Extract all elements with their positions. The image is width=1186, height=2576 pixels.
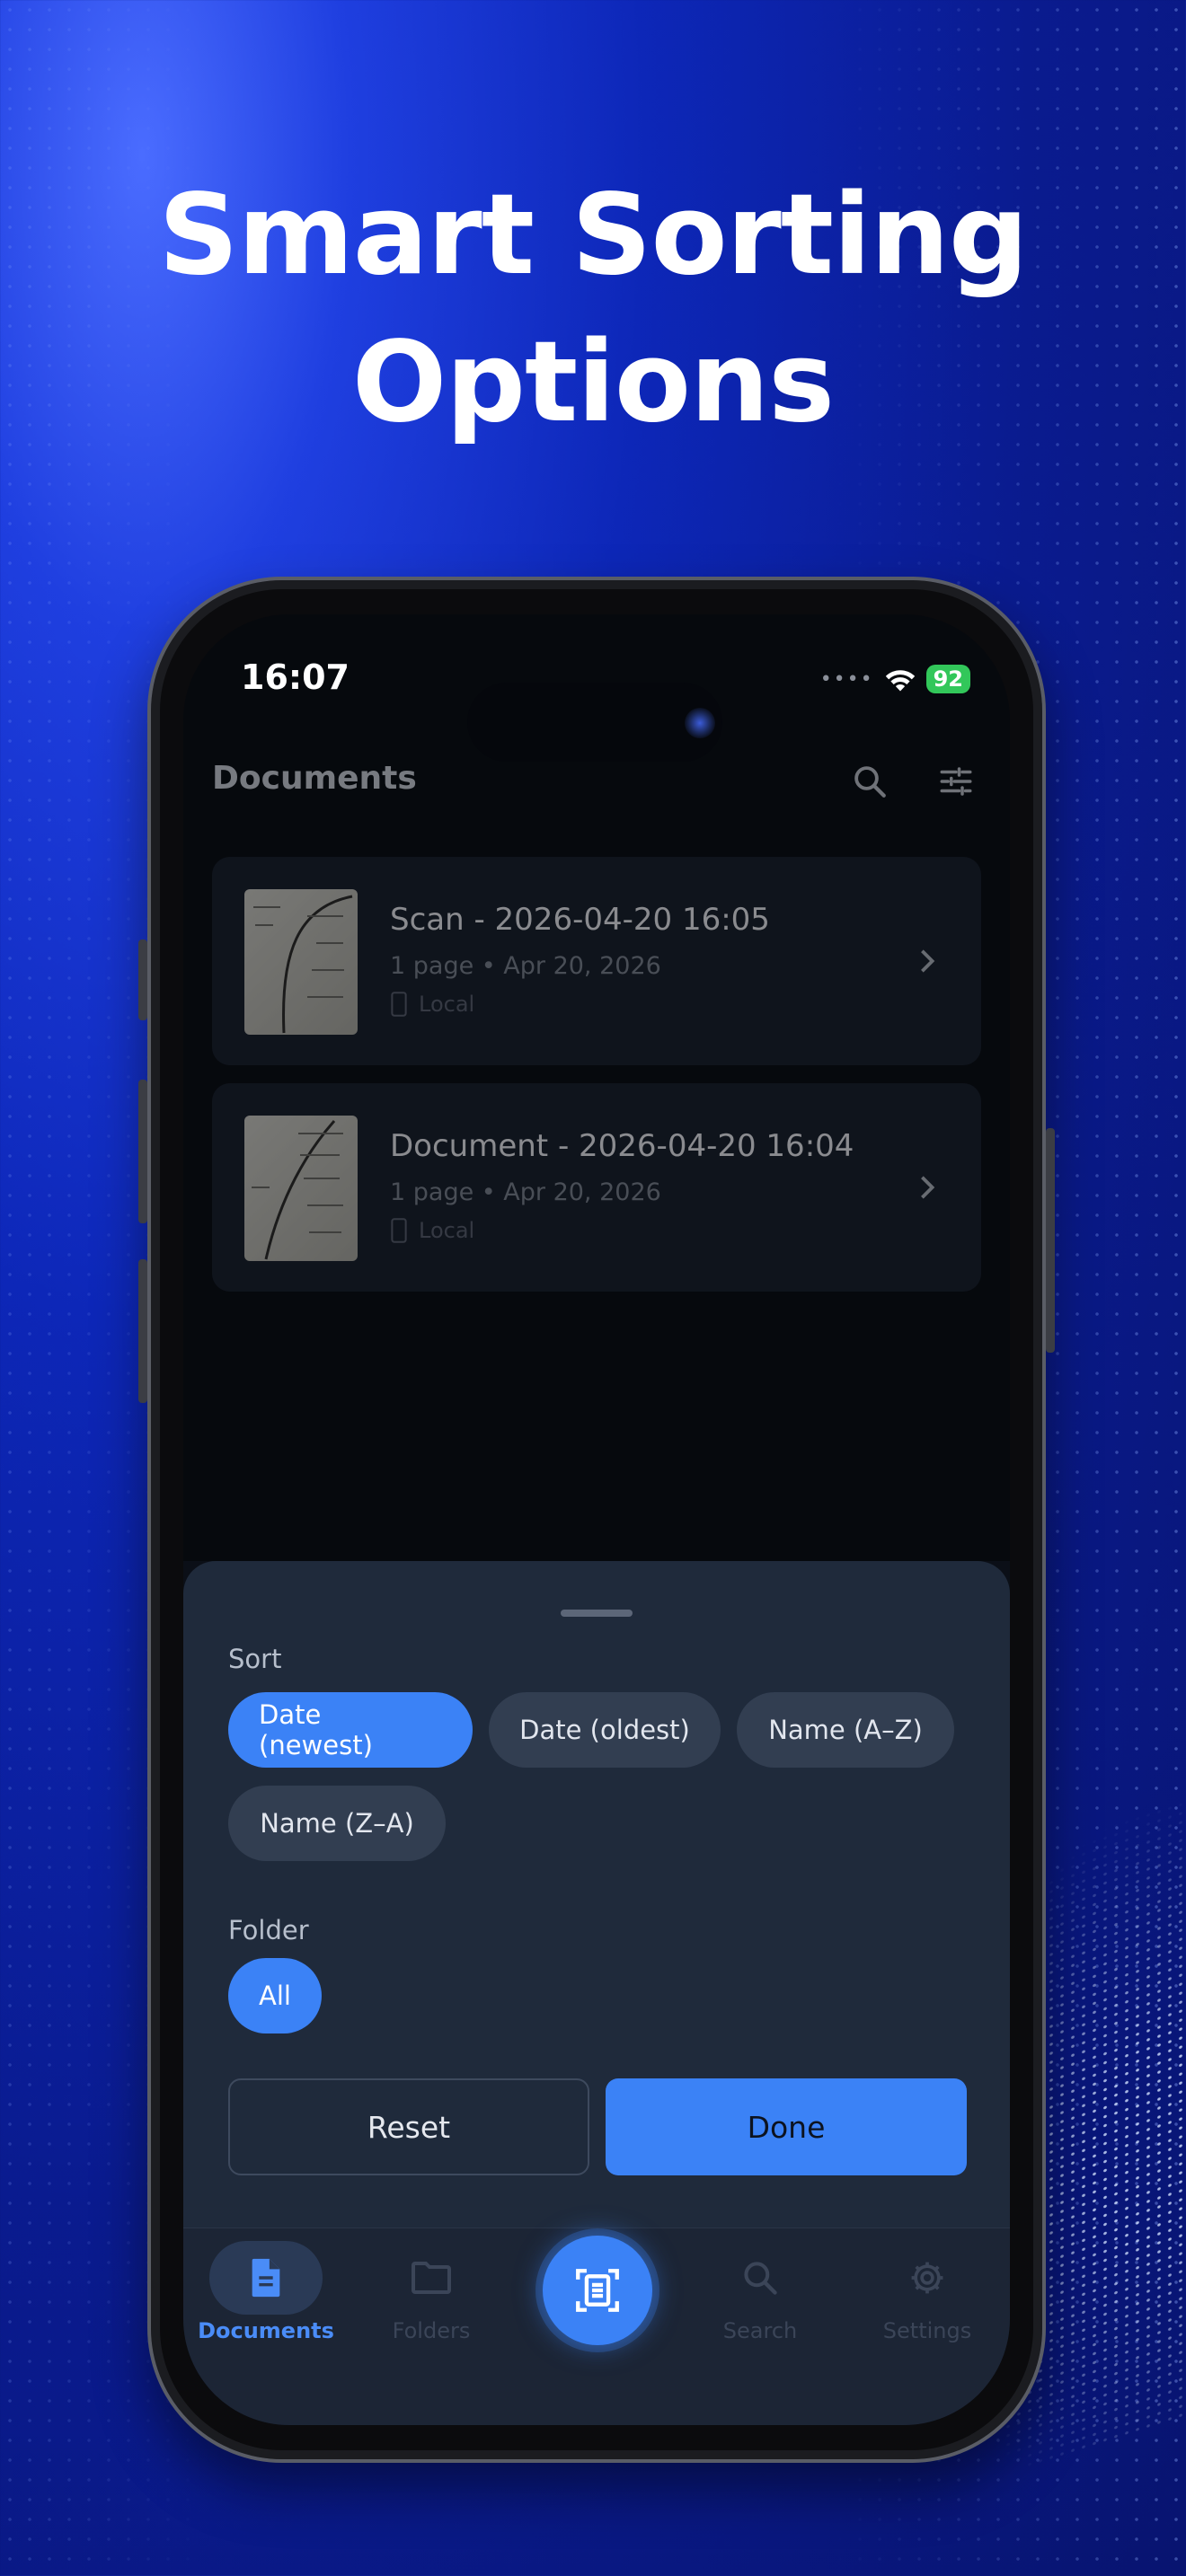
document-icon: [252, 2258, 280, 2298]
document-meta: 1 page • Apr 20, 2026: [390, 1178, 661, 1206]
document-card[interactable]: Scan - 2026-04-20 16:05 1 page • Apr 20,…: [212, 857, 981, 1065]
folder-chip-all[interactable]: All: [228, 1958, 322, 2033]
sort-filter-sheet: Sort Date (newest) Date (oldest) Name (A…: [183, 1561, 1010, 2228]
document-location-label: Local: [419, 992, 475, 1017]
headline-line-2: Options: [351, 318, 835, 447]
search-icon: [854, 766, 886, 798]
nav-label-documents: Documents: [198, 2318, 334, 2343]
done-button[interactable]: Done: [606, 2078, 967, 2175]
phone-icon: [391, 992, 407, 1017]
document-preview-image: [253, 895, 353, 1034]
bottom-navigation: Documents Folders Search Settings: [183, 2228, 1010, 2425]
phone-icon: [391, 1218, 407, 1243]
camera-icon: [685, 708, 715, 738]
sort-chip-date-newest[interactable]: Date (newest): [228, 1692, 473, 1768]
search-button[interactable]: [845, 756, 895, 807]
headline: Smart Sorting Options: [0, 162, 1186, 456]
headline-line-1: Smart Sorting: [158, 171, 1028, 300]
nav-label-search: Search: [722, 2318, 798, 2343]
nav-item-search[interactable]: Search: [679, 2241, 841, 2343]
cellular-signal-icon: ••••: [819, 667, 874, 691]
sheet-drag-handle[interactable]: [561, 1610, 633, 1617]
nav-label-folders: Folders: [392, 2318, 471, 2343]
document-card[interactable]: Document - 2026-04-20 16:04 1 page • Apr…: [212, 1083, 981, 1292]
document-preview-image: [252, 1120, 343, 1260]
document-thumbnail: [244, 1116, 358, 1261]
battery-indicator: 92: [925, 665, 970, 693]
phone-frame: 16:07 •••• 92 Documents Scan - 2026-04-2…: [138, 577, 1055, 2463]
sort-chip-date-oldest[interactable]: Date (oldest): [489, 1692, 721, 1768]
filter-button[interactable]: [931, 756, 981, 807]
nav-item-folders[interactable]: Folders: [350, 2241, 512, 2343]
document-name: Document - 2026-04-20 16:04: [390, 1128, 854, 1164]
sort-chip-name-a-z[interactable]: Name (A–Z): [737, 1692, 954, 1768]
page-title: Documents: [212, 760, 417, 797]
phone-action-button: [138, 940, 147, 1020]
status-time: 16:07: [241, 657, 350, 697]
search-icon: [744, 2262, 777, 2295]
document-name: Scan - 2026-04-20 16:05: [390, 902, 770, 938]
nav-item-settings[interactable]: Settings: [846, 2241, 1008, 2343]
dynamic-island: [467, 683, 722, 762]
sort-chip-name-z-a[interactable]: Name (Z–A): [228, 1786, 446, 1861]
sort-section-label: Sort: [228, 1644, 282, 1674]
wifi-icon: [885, 670, 915, 692]
nav-label-settings: Settings: [882, 2318, 972, 2343]
phone-volume-up: [138, 1080, 147, 1223]
document-location-label: Local: [419, 1218, 475, 1243]
nav-icon-container: [209, 2241, 323, 2315]
status-indicators: •••• 92: [820, 665, 970, 693]
phone-volume-down: [138, 1259, 147, 1403]
reset-button[interactable]: Reset: [228, 2078, 589, 2175]
folder-icon: [412, 2262, 451, 2294]
phone-screen: 16:07 •••• 92 Documents Scan - 2026-04-2…: [183, 614, 1010, 2425]
gear-icon: [911, 2262, 943, 2294]
document-location: Local: [390, 992, 474, 1017]
nav-icon-container: [871, 2241, 984, 2315]
document-thumbnail: [244, 889, 358, 1035]
status-bar: 16:07 •••• 92: [183, 650, 1010, 762]
chevron-right-icon: [909, 936, 945, 986]
tune-icon: [940, 767, 972, 796]
scan-icon: [576, 2269, 619, 2312]
document-meta: 1 page • Apr 20, 2026: [390, 952, 661, 980]
nav-icon-container: [375, 2241, 488, 2315]
document-location: Local: [390, 1218, 474, 1243]
nav-icon-container: [704, 2241, 817, 2315]
phone-power-button: [1046, 1128, 1055, 1353]
folder-section-label: Folder: [228, 1915, 309, 1945]
chevron-right-icon: [909, 1162, 945, 1213]
nav-item-documents[interactable]: Documents: [185, 2241, 347, 2343]
scan-button[interactable]: [543, 2236, 652, 2345]
